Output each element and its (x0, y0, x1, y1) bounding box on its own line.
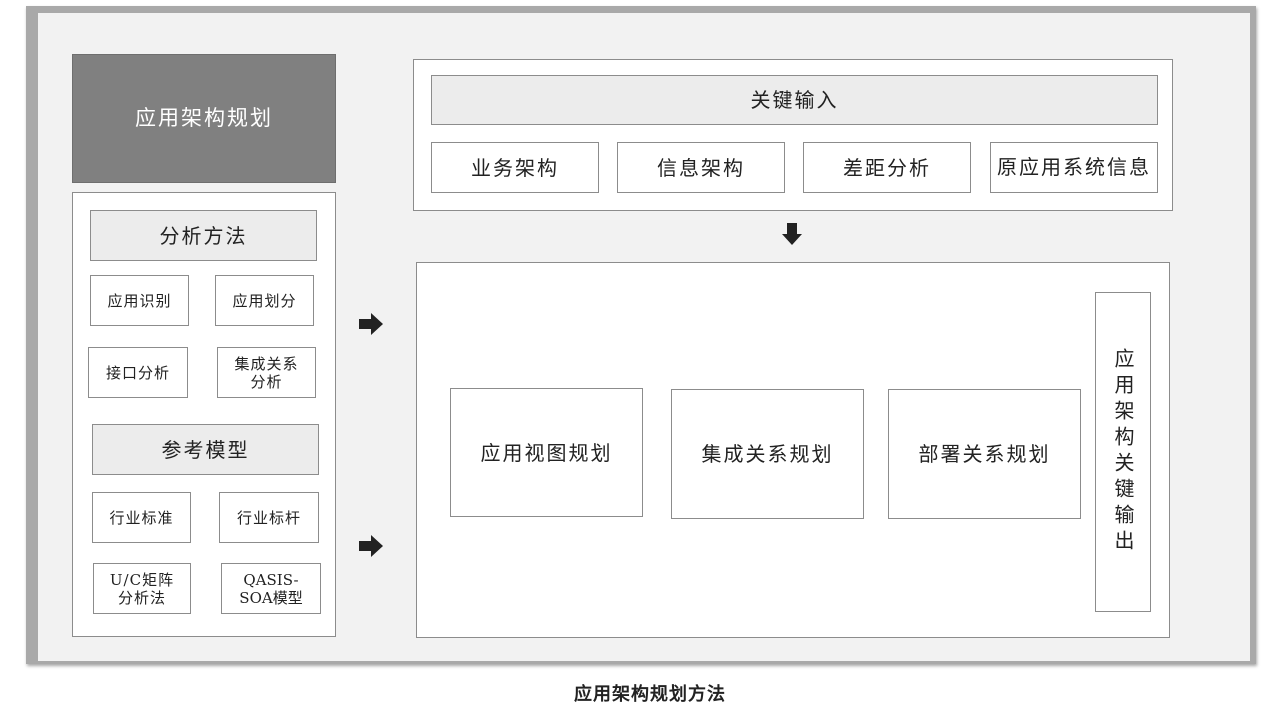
reference-item: 行业标杆 (219, 492, 319, 543)
analysis-item: 应用划分 (215, 275, 314, 326)
reference-item-label: U/C矩阵分析法 (109, 570, 175, 607)
input-item-label: 差距分析 (843, 155, 931, 180)
output-item-label: 部署关系规划 (918, 442, 1051, 466)
reference-heading: 参考模型 (92, 424, 319, 475)
analysis-heading: 分析方法 (90, 210, 317, 261)
analysis-item: 集成关系分析 (217, 347, 316, 398)
reference-item: 行业标准 (92, 492, 191, 543)
reference-heading-label: 参考模型 (161, 437, 250, 462)
output-item-label: 应用视图规划 (480, 440, 613, 465)
arrow-right-icon (359, 535, 383, 557)
analysis-item-label: 应用识别 (107, 291, 172, 310)
outputs-side-label: 应用架构关键输出 (1111, 348, 1135, 556)
reference-item-label: 行业标杆 (236, 508, 301, 527)
input-item: 业务架构 (431, 142, 599, 193)
output-item: 集成关系规划 (671, 389, 864, 519)
input-item: 差距分析 (803, 142, 971, 193)
inputs-heading-label: 关键输入 (750, 88, 839, 112)
title-box: 应用架构规划 (72, 54, 336, 183)
input-item-label: 业务架构 (471, 155, 559, 180)
analysis-item: 接口分析 (88, 347, 188, 398)
reference-item-label: 行业标准 (109, 508, 174, 527)
output-item: 应用视图规划 (450, 388, 643, 517)
analysis-item-label: 集成关系分析 (234, 354, 299, 391)
diagram-caption: 应用架构规划方法 (574, 684, 726, 705)
reference-item-label: QASIS-SOA模型 (239, 570, 303, 607)
output-item: 部署关系规划 (888, 389, 1081, 519)
reference-item: QASIS-SOA模型 (221, 563, 321, 614)
input-item: 原应用系统信息 (990, 142, 1158, 193)
arrow-down-icon (782, 223, 802, 245)
reference-item: U/C矩阵分析法 (93, 563, 191, 614)
input-item: 信息架构 (617, 142, 785, 193)
input-item-label: 信息架构 (657, 155, 745, 180)
analysis-item: 应用识别 (90, 275, 189, 326)
output-item-label: 集成关系规划 (701, 442, 834, 466)
analysis-item-label: 应用划分 (232, 291, 297, 310)
inputs-heading: 关键输入 (431, 75, 1158, 125)
analysis-item-label: 接口分析 (105, 363, 170, 382)
input-item-label: 原应用系统信息 (997, 155, 1151, 179)
analysis-heading-label: 分析方法 (159, 223, 248, 248)
arrow-right-icon (359, 313, 383, 335)
outputs-side-label-box: 应用架构关键输出 (1095, 292, 1151, 612)
title-label: 应用架构规划 (135, 105, 273, 130)
